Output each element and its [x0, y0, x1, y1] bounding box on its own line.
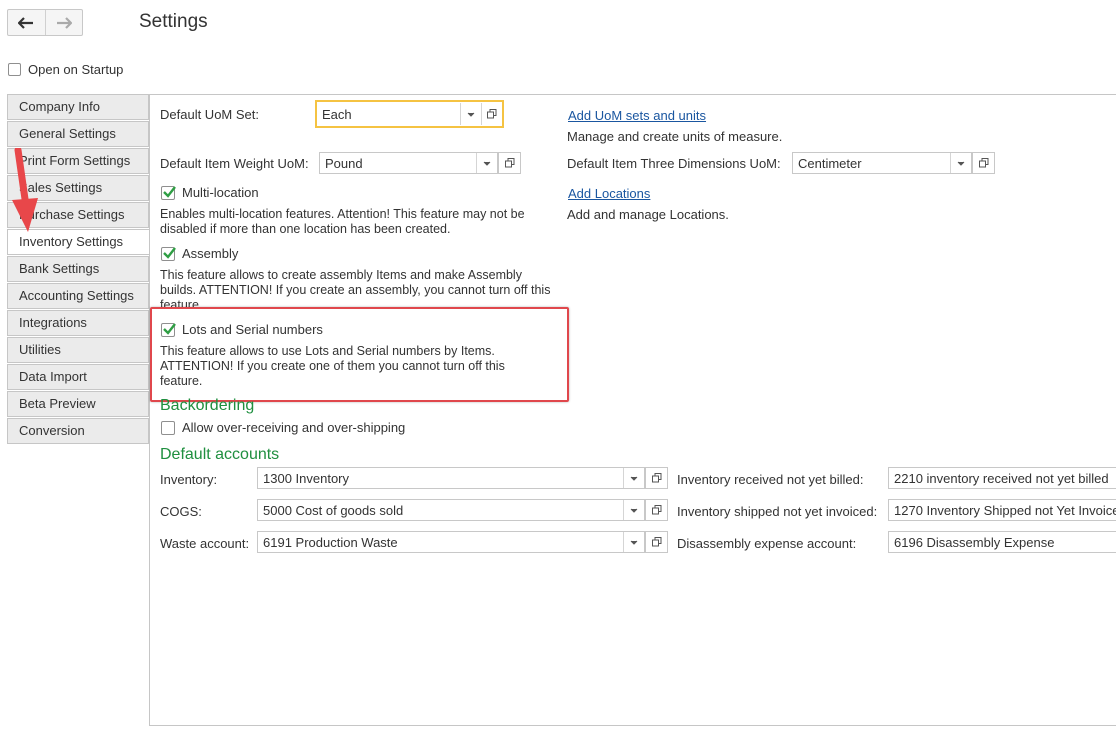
tab-company-info[interactable]: Company Info — [7, 94, 149, 120]
default-accounts-title: Default accounts — [160, 446, 280, 463]
open-on-startup-checkbox[interactable] — [8, 63, 21, 76]
cogs-account-label: COGS: — [160, 504, 202, 519]
settings-tabs: Company Info General Settings Print Form… — [7, 94, 150, 445]
disassembly-expense-select[interactable]: 6196 Disassembly Expense — [888, 531, 1116, 553]
tab-data-import[interactable]: Data Import — [7, 364, 149, 390]
backordering-title: Backordering — [160, 397, 255, 414]
weight-uom-value: Pound — [325, 155, 363, 171]
cogs-account-dropdown[interactable] — [623, 500, 644, 520]
inventory-account-select[interactable]: 1300 Inventory — [257, 467, 645, 489]
assembly-label: Assembly — [182, 246, 239, 261]
overreceiving-checkbox[interactable] — [161, 420, 175, 435]
shipped-not-invoiced-value: 1270 Inventory Shipped not Yet Invoiced — [894, 502, 1116, 518]
forward-button[interactable] — [44, 10, 83, 35]
open-window-icon — [978, 158, 988, 168]
multilocation-label: Multi-location — [182, 185, 259, 200]
back-button[interactable] — [8, 10, 45, 35]
chevron-down-icon — [467, 112, 475, 117]
open-window-icon — [651, 505, 661, 515]
overreceiving-label: Allow over-receiving and over-shipping — [182, 420, 406, 435]
received-not-billed-label: Inventory received not yet billed: — [677, 472, 864, 487]
inventory-account-value: 1300 Inventory — [263, 470, 350, 486]
tab-integrations[interactable]: Integrations — [7, 310, 149, 336]
dimensions-uom-label: Default Item Three Dimensions UoM: — [567, 156, 781, 171]
uom-set-select[interactable]: Each — [315, 100, 504, 128]
waste-account-select[interactable]: 6191 Production Waste — [257, 531, 645, 553]
uom-set-open[interactable] — [481, 103, 502, 125]
add-locations-link[interactable]: Add Locations — [568, 186, 650, 201]
dimensions-uom-select[interactable]: Centimeter — [792, 152, 972, 174]
weight-uom-dropdown[interactable] — [476, 153, 497, 173]
annotation-highlight-box — [150, 307, 569, 402]
uom-set-dropdown[interactable] — [460, 103, 481, 125]
open-window-icon — [651, 537, 661, 547]
open-window-icon — [651, 473, 661, 483]
add-uom-link[interactable]: Add UoM sets and units — [568, 108, 706, 123]
shipped-not-invoiced-label: Inventory shipped not yet invoiced: — [677, 504, 878, 519]
cogs-account-select[interactable]: 5000 Cost of goods sold — [257, 499, 645, 521]
tab-conversion[interactable]: Conversion — [7, 418, 149, 444]
add-uom-desc: Manage and create units of measure. — [567, 129, 783, 144]
chevron-down-icon — [957, 161, 965, 166]
weight-uom-select[interactable]: Pound — [319, 152, 498, 174]
annotation-arrow-icon — [12, 148, 38, 232]
open-window-icon — [487, 109, 497, 119]
inventory-account-open[interactable] — [645, 467, 668, 489]
open-window-icon — [504, 158, 514, 168]
waste-account-dropdown[interactable] — [623, 532, 644, 552]
arrow-right-icon — [56, 16, 72, 29]
cogs-account-open[interactable] — [645, 499, 668, 521]
assembly-checkbox[interactable] — [161, 246, 176, 261]
open-on-startup-label: Open on Startup — [28, 62, 124, 77]
shipped-not-invoiced-select[interactable]: 1270 Inventory Shipped not Yet Invoiced — [888, 499, 1116, 521]
received-not-billed-value: 2210 inventory received not yet billed — [894, 470, 1109, 486]
add-locations-desc: Add and manage Locations. — [567, 207, 729, 222]
multilocation-checkbox[interactable] — [161, 185, 176, 200]
disassembly-expense-value: 6196 Disassembly Expense — [894, 534, 1055, 550]
page-title: Settings — [139, 11, 208, 32]
waste-account-open[interactable] — [645, 531, 668, 553]
tab-beta-preview[interactable]: Beta Preview — [7, 391, 149, 417]
chevron-down-icon — [630, 476, 638, 481]
overreceiving-option[interactable]: Allow over-receiving and over-shipping — [161, 420, 405, 435]
dimensions-uom-value: Centimeter — [798, 155, 862, 171]
arrow-left-icon — [18, 16, 34, 29]
uom-set-label: Default UoM Set: — [160, 107, 259, 122]
tab-utilities[interactable]: Utilities — [7, 337, 149, 363]
multilocation-option[interactable]: Multi-location — [161, 185, 259, 200]
chevron-down-icon — [483, 161, 491, 166]
cogs-account-value: 5000 Cost of goods sold — [263, 502, 404, 518]
uom-set-value: Each — [322, 106, 352, 122]
open-on-startup[interactable]: Open on Startup — [8, 62, 123, 77]
tab-bank-settings[interactable]: Bank Settings — [7, 256, 149, 282]
tab-accounting-settings[interactable]: Accounting Settings — [7, 283, 149, 309]
checkmark-icon — [163, 246, 176, 259]
waste-account-label: Waste account: — [160, 536, 250, 551]
inventory-account-label: Inventory: — [160, 472, 218, 487]
tab-general-settings[interactable]: General Settings — [7, 121, 149, 147]
chevron-down-icon — [630, 540, 638, 545]
inventory-account-dropdown[interactable] — [623, 468, 644, 488]
disassembly-expense-label: Disassembly expense account: — [677, 536, 857, 551]
navigation-buttons — [7, 9, 83, 36]
chevron-down-icon — [630, 508, 638, 513]
dimensions-uom-dropdown[interactable] — [950, 153, 971, 173]
assembly-option[interactable]: Assembly — [161, 246, 238, 261]
received-not-billed-select[interactable]: 2210 inventory received not yet billed — [888, 467, 1116, 489]
checkmark-icon — [163, 185, 176, 198]
waste-account-value: 6191 Production Waste — [263, 534, 398, 550]
weight-uom-open[interactable] — [498, 152, 521, 174]
dimensions-uom-open[interactable] — [972, 152, 995, 174]
weight-uom-label: Default Item Weight UoM: — [160, 156, 309, 171]
assembly-desc: This feature allows to create assembly I… — [160, 268, 551, 309]
multilocation-desc: Enables multi-location features. Attenti… — [160, 207, 525, 236]
